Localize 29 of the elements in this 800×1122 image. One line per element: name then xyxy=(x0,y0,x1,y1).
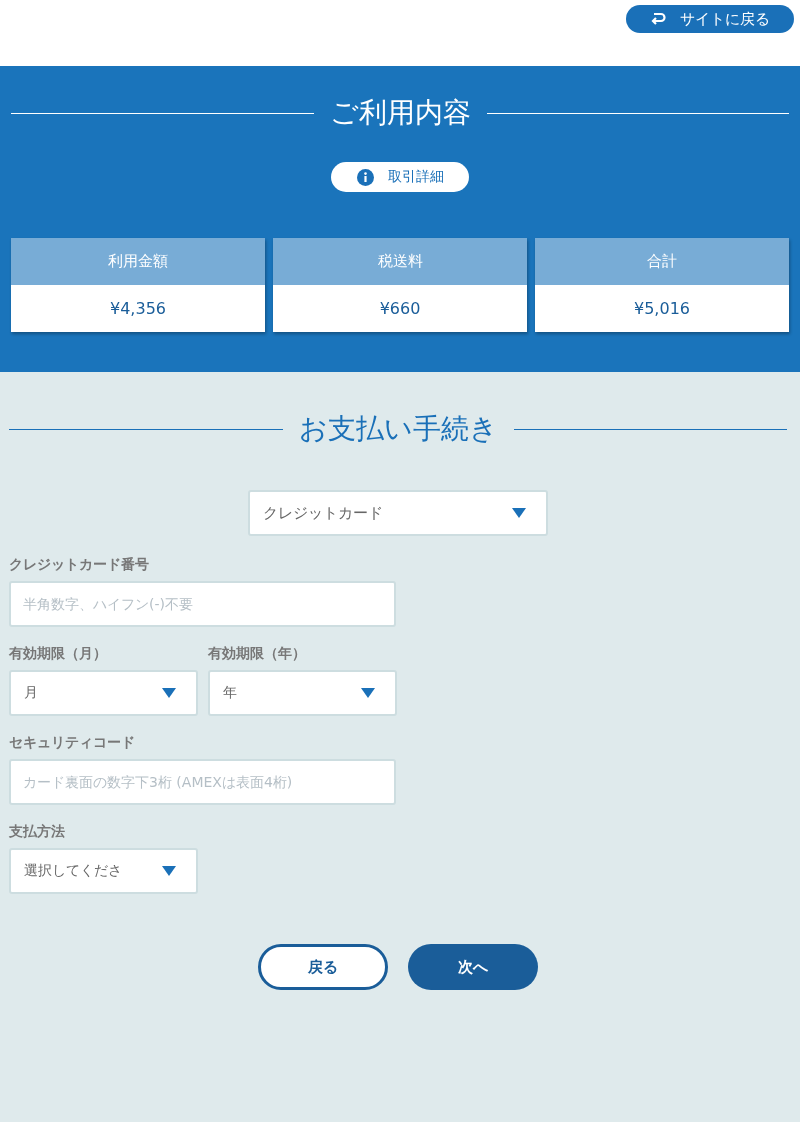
select-field[interactable]: 月 xyxy=(9,670,198,716)
field-label: 有効期限（年） xyxy=(208,645,307,663)
details-button[interactable]: 取引詳細 xyxy=(331,162,469,192)
input-field[interactable]: 半角数字、ハイフン(-)不要 xyxy=(9,581,396,627)
field-label: 有効期限（月） xyxy=(9,645,108,663)
field-label: セキュリティコード xyxy=(9,734,136,752)
select-field[interactable]: 年 xyxy=(208,670,397,716)
info-icon xyxy=(356,168,374,186)
dropdown-icon xyxy=(162,866,176,876)
card-header: 合計 xyxy=(535,238,789,285)
back-button[interactable]: 戻る xyxy=(258,944,388,990)
payment-method-select[interactable]: クレジットカード xyxy=(248,490,548,536)
dropdown-icon xyxy=(162,688,176,698)
section-title: ご利用内容 xyxy=(329,95,471,131)
card-value: ¥660 xyxy=(273,285,527,332)
next-button[interactable]: 次へ xyxy=(408,944,538,990)
field-label: 支払方法 xyxy=(9,823,66,841)
section-title: お支払い手続き xyxy=(298,411,498,447)
dropdown-icon xyxy=(512,508,526,518)
card-value: ¥4,356 xyxy=(11,285,265,332)
input-field[interactable]: カード裏面の数字下3桁 (AMEXは表面4桁) xyxy=(9,759,396,805)
card-header: 利用金額 xyxy=(11,238,265,285)
card-header: 税送料 xyxy=(273,238,527,285)
dropdown-icon xyxy=(361,688,375,698)
back-to-site-button[interactable]: サイトに戻る xyxy=(626,5,794,33)
field-label: クレジットカード番号 xyxy=(9,556,150,574)
card-value: ¥5,016 xyxy=(535,285,789,332)
return-arrow-icon xyxy=(650,12,666,26)
select-field[interactable]: 選択してくださ xyxy=(9,848,198,894)
